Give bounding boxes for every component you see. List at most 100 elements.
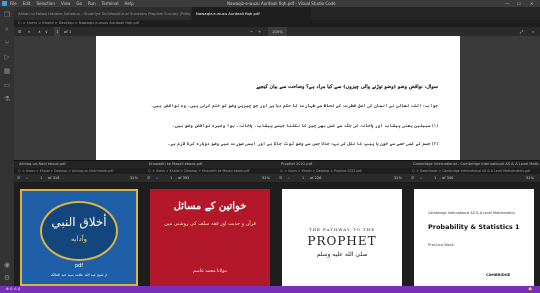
cover-subtitle: قرآن و حدیث اور فقہ سلف کی روشنی میں [164,221,256,227]
tab-khawatin-ebook[interactable]: Khawatin ke Masail ebook.pdf [144,161,276,168]
problems-indicator[interactable]: ⊗ 0 ⚠ 0 [6,286,20,293]
book-cover: Cambridge International AS & A Level Mat… [414,189,534,286]
book-cover: أخلاق النبي وآدابه pdf از شیخ عبد اللہ ع… [20,189,138,286]
page-number-input[interactable]: 1 [434,174,436,182]
find-icon[interactable]: ⌕ [420,174,422,182]
cover-caption: pdf [74,263,84,269]
cover-title: أخلاق النبي [51,215,107,229]
cover-title: PROPHET [307,234,377,248]
next-page-icon[interactable]: ∨ [45,27,48,36]
pdf-pane-akhlaq: Akhlaq-un-Nabi ebook.pdf C: > Users > Kh… [14,161,144,286]
menu-bar: File Edit Selection View Go Run Terminal… [10,1,134,6]
sidebar-toggle-icon[interactable]: ☰ [279,174,282,182]
page-number-input[interactable]: 1 [170,174,172,182]
book-cover: THE PATHWAY TO THE PROPHET صلى الله عليه… [282,189,402,286]
zoom-select[interactable]: 52% [394,174,402,182]
prev-page-icon[interactable]: ∧ [38,27,41,36]
notifications-icon[interactable]: 🔔 [528,286,532,293]
sidebar-toggle-icon[interactable]: ☰ [17,174,20,182]
pdf-pane-khawatin: Khawatin ke Masail ebook.pdf C: > Users … [144,161,276,286]
cover-subtitle: وآدابه [70,235,88,243]
tab-ahsan-fatwa[interactable]: Ahsan-ul-Fatwa Hadees Sallahun - Shukriy… [14,7,192,20]
zoom-select[interactable]: 52% [526,174,534,182]
minimize-button[interactable]: — [505,1,509,6]
testing-icon[interactable]: ⚗ [3,95,11,103]
cover-author: از شیخ عبد اللہ علامہ سید عبد المالک [50,273,108,277]
book-cover: خواتین کے مسائل قرآن و حدیث اور فقہ سلف … [150,189,270,286]
cover-arabic: صلى الله عليه وسلم [316,251,368,258]
run-debug-icon[interactable]: ▷ [3,53,11,61]
find-icon[interactable]: ⌕ [28,27,30,36]
status-bar: ⊗ 0 ⚠ 0 🔔 [0,286,540,293]
account-icon[interactable]: ◉ [3,261,11,269]
tab-nawaqiz-wuzu[interactable]: Nawaqiz-e-wuzu Aurdaali fiqh.pdf [192,7,312,20]
cover-author: مولانا محمد عاصم [193,269,227,274]
sidebar-toggle-icon[interactable]: ☰ [18,27,21,36]
cover-title: خواتین کے مسائل [173,201,247,212]
page-total: of 226 [310,176,322,180]
extensions-icon[interactable]: ▦ [3,67,11,75]
menu-go[interactable]: Go [76,1,82,6]
settings-gear-icon[interactable]: ⚙ [3,274,11,282]
document-question: سوال: نواقض وضو (وضو توڑنے والی چیزوں) س… [256,84,438,90]
zoom-out-icon[interactable]: − [250,27,253,36]
page-total: of 392 [178,176,190,180]
pdf-toolbar: ☰ ⌕ ∧ ∨ 1 of 1 − + 100% ⤢ » [14,27,540,36]
page-number-input[interactable]: 1 [302,174,304,182]
breadcrumb: C: > Users > Khalid > Desktop > Nawaqiz-… [18,21,140,25]
page-total: of 316 [48,176,60,180]
tab-prophet-2022[interactable]: Prophet 2022.pdf [276,161,408,168]
search-icon[interactable]: ⌕ [3,25,11,33]
remote-icon[interactable]: ▭ [3,81,11,89]
cambridge-logo: CAMBRIDGE [486,273,511,277]
presentation-icon[interactable]: ⤢ [520,27,523,36]
find-icon[interactable]: ⌕ [156,174,158,182]
find-icon[interactable]: ⌕ [26,174,28,182]
zoom-select[interactable]: 52% [262,174,270,182]
tab-cambridge-stats[interactable]: Cambridge International - Cambridge Inte… [408,161,540,168]
document-line: (۲) جسم کے کسی حصے سے خون یا پیپ کا نکل … [167,142,438,147]
document-line: جواب: اللہ تعالیٰ نے انسان کی اصل فطرت ک… [150,104,438,109]
activity-bar: ❐ ⌕ ⑂ ▷ ▦ ▭ ⚗ ◉ ⚙ [0,7,14,286]
title-bar: File Edit Selection View Go Run Terminal… [0,0,540,7]
pane-toolbar: ☰ ⌕ 1 of 316 52% [14,174,144,182]
page-number-input[interactable]: 1 [40,174,42,182]
pane-toolbar: ☰ ⌕ 1 of 226 52% [276,174,408,182]
explorer-icon[interactable]: ❐ [3,11,11,19]
menu-edit[interactable]: Edit [23,1,31,6]
pane-toolbar: ☰ ⌕ 1 of 340 52% [408,174,540,182]
pane-toolbar: ☰ ⌕ 1 of 392 52% [144,174,276,182]
cover-title: Probability & Statistics 1 [428,223,520,231]
find-icon[interactable]: ⌕ [288,174,290,182]
zoom-select[interactable]: 52% [130,174,138,182]
cover-small-title: THE PATHWAY TO THE [308,227,376,232]
more-tools-icon[interactable]: » [532,27,534,36]
menu-view[interactable]: View [61,1,71,6]
window-title: Nawaqiz-e-wuzu Aurdaali fiqh.pdf - Visua… [227,1,336,6]
pdf-viewport[interactable]: سوال: نواقض وضو (وضو توڑنے والی چیزوں) س… [14,36,540,160]
page-number-input[interactable]: 1 [54,27,61,36]
zoom-select[interactable]: 100% [268,27,287,36]
page-total: of 340 [442,176,454,180]
menu-run[interactable]: Run [88,1,96,6]
menu-file[interactable]: File [10,1,17,6]
vscode-logo-icon [2,1,7,6]
pdf-pane-prophet: Prophet 2022.pdf C: > Users > Khalid > D… [276,161,408,286]
zoom-in-icon[interactable]: + [258,27,261,36]
editor-tabs: Ahsan-ul-Fatwa Hadees Sallahun - Shukriy… [14,7,540,20]
menu-selection[interactable]: Selection [36,1,54,6]
page-total: of 1 [64,29,72,34]
source-control-icon[interactable]: ⑂ [3,39,11,47]
pdf-page: سوال: نواقض وضو (وضو توڑنے والی چیزوں) س… [96,36,460,160]
menu-terminal[interactable]: Terminal [102,1,119,6]
sidebar-toggle-icon[interactable]: ☰ [147,174,150,182]
document-line: (۱) سبیلین یعنی پیشاب اور پاخانہ کی جگہ … [172,124,438,129]
maximize-button[interactable]: ☐ [517,1,521,6]
close-window-button[interactable]: ✕ [530,1,533,6]
menu-help[interactable]: Help [125,1,134,6]
cover-subtitle: Practice Book [428,242,454,247]
cover-small-title: Cambridge International AS & A Level Mat… [428,211,515,215]
tab-akhlaq-ebook[interactable]: Akhlaq-un-Nabi ebook.pdf [14,161,144,168]
sidebar-toggle-icon[interactable]: ☰ [411,174,414,182]
pdf-pane-cambridge: Cambridge International - Cambridge Inte… [408,161,540,286]
